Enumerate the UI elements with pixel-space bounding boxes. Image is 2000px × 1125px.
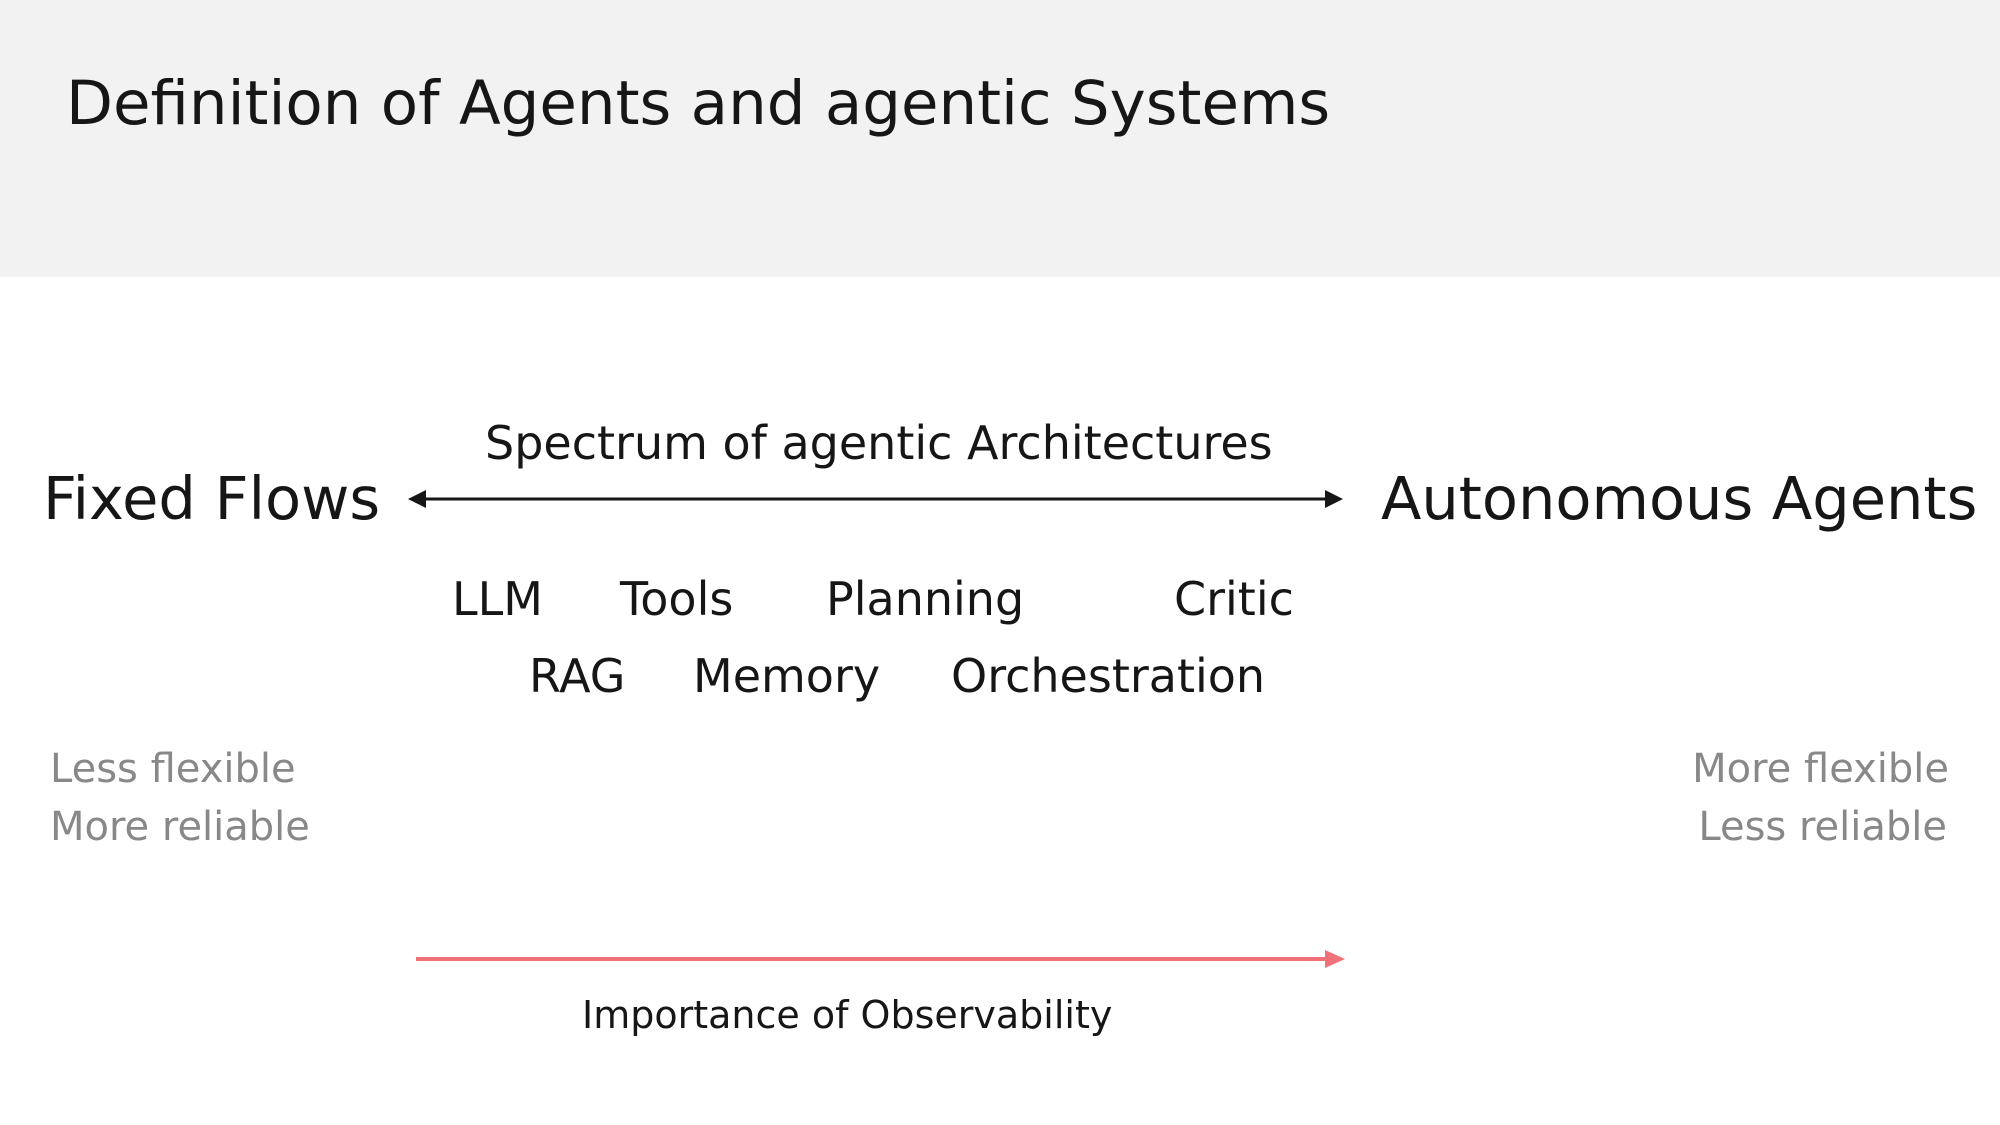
observability-label: Importance of Observability [582,993,1113,1037]
slide: Definition of Agents and agentic Systems… [0,0,2000,1125]
component-rag: RAG [529,649,626,703]
left-tradeoff-flexibility: Less flexible [50,746,296,792]
component-planning: Planning [826,572,1025,626]
right-tradeoff-reliability: Less reliable [1698,804,1947,850]
component-critic: Critic [1174,572,1294,626]
component-orchestration: Orchestration [951,649,1266,703]
autonomous-agents-label: Autonomous Agents [1381,464,1978,533]
right-tradeoff-flexibility: More flexible [1692,746,1949,792]
spectrum-label: Spectrum of agentic Architectures [485,416,1273,470]
spectrum-double-arrow [408,490,1343,508]
fixed-flows-label: Fixed Flows [43,464,381,533]
observability-arrow [416,950,1345,968]
component-llm: LLM [452,572,543,626]
component-memory: Memory [693,649,881,703]
left-tradeoff-reliability: More reliable [50,804,310,850]
component-tools: Tools [620,572,734,626]
diagram-arrows [408,490,1345,968]
